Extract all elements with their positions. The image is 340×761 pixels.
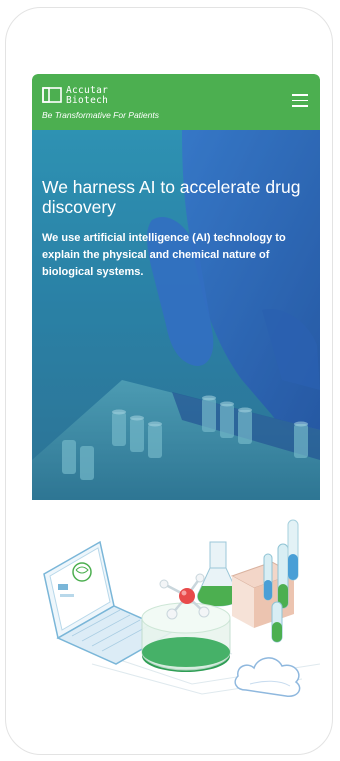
site-header: Accutar Biotech Be Transformative For Pa… — [32, 74, 320, 130]
logo-icon[interactable] — [42, 87, 62, 103]
phone-screen: Accutar Biotech Be Transformative For Pa… — [32, 74, 320, 698]
hero-title: We harness AI to accelerate drug discove… — [42, 177, 301, 217]
cloud-icon — [234, 657, 301, 697]
test-tube-rack-icon — [230, 519, 299, 643]
hero-banner: We harness AI to accelerate drug discove… — [32, 130, 320, 500]
device-frame: Accutar Biotech Be Transformative For Pa… — [5, 7, 333, 755]
brand-name-line2: Biotech — [66, 94, 109, 106]
brand-name[interactable]: Accutar Biotech — [66, 86, 108, 105]
brand-tagline: Be Transformative For Patients — [42, 110, 159, 120]
menu-bar — [292, 94, 308, 96]
menu-bar — [292, 99, 308, 102]
menu-bar — [292, 105, 308, 107]
lab-illustration — [43, 519, 320, 697]
hamburger-menu-icon[interactable] — [292, 94, 308, 108]
hero-description: We use artificial intelligence (AI) tech… — [42, 232, 286, 278]
